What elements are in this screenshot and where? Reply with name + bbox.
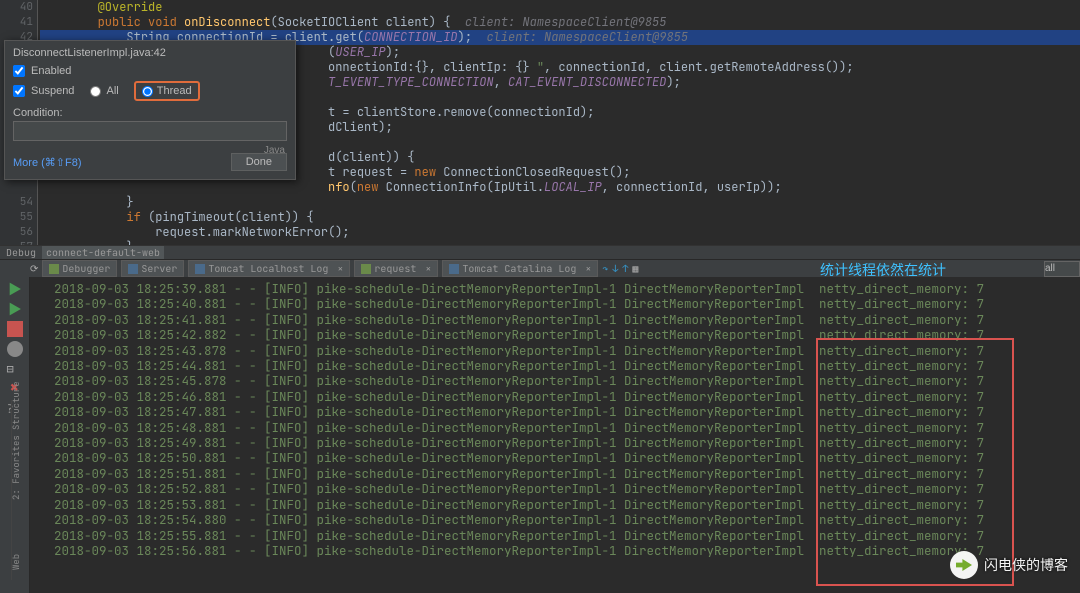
rail-structure[interactable]: Structure	[10, 381, 22, 430]
tab-debugger[interactable]: Debugger	[42, 260, 117, 277]
enabled-label: Enabled	[31, 65, 71, 77]
pin-icon[interactable]: ⊟	[7, 361, 23, 377]
tab-tomcat-log[interactable]: Tomcat Localhost Log ×	[188, 260, 350, 277]
eval-icon[interactable]: ▦	[632, 262, 638, 275]
resume-icon[interactable]	[7, 281, 23, 297]
more-link[interactable]: More (⌘⇧F8)	[13, 156, 82, 169]
suspend-thread-radio[interactable]	[142, 86, 153, 97]
console-log[interactable]: 2018-09-03 18:25:39.881 - - [INFO] pike-…	[30, 277, 1080, 593]
thread-option-highlight: Thread	[134, 81, 200, 101]
suspend-label: Suspend	[31, 85, 74, 97]
thread-label: Thread	[157, 85, 192, 97]
settings-icon[interactable]	[7, 341, 23, 357]
suspend-all-radio[interactable]	[90, 86, 101, 97]
lang-indicator: Java	[264, 145, 285, 156]
suspend-checkbox[interactable]	[13, 85, 25, 97]
restart-icon[interactable]: ⟳	[30, 262, 38, 275]
console-panel: ⊟ ✖ ? 2018-09-03 18:25:39.881 - - [INFO]…	[0, 277, 1080, 593]
breakpoint-popup: DisconnectListenerImpl.java:42 Enabled S…	[4, 40, 296, 180]
watermark: 闪电侠的博客	[950, 551, 1068, 579]
stop-icon[interactable]	[7, 321, 23, 337]
wechat-icon	[950, 551, 978, 579]
watermark-text: 闪电侠的博客	[984, 555, 1068, 575]
step-over-icon[interactable]: ↷	[602, 262, 608, 275]
all-label: All	[107, 85, 119, 97]
tab-catalina[interactable]: Tomcat Catalina Log ×	[442, 260, 598, 277]
rail-favorites[interactable]: 2: Favorites	[10, 435, 22, 500]
left-tool-rail: Structure 2: Favorites Web	[0, 400, 12, 580]
tab-request[interactable]: request ×	[354, 260, 438, 277]
step-out-icon[interactable]: ↑	[622, 262, 628, 275]
rail-web[interactable]: Web	[10, 554, 22, 570]
tab-server[interactable]: Server	[121, 260, 184, 277]
debug-toolwindow-header[interactable]: Debug connect-default-web	[0, 245, 1080, 259]
condition-input[interactable]	[13, 121, 287, 141]
breakpoint-title: DisconnectListenerImpl.java:42	[13, 47, 287, 59]
enabled-checkbox[interactable]	[13, 65, 25, 77]
step-into-icon[interactable]: ↓	[612, 262, 618, 275]
condition-label: Condition:	[13, 107, 63, 119]
log-filter[interactable]	[1044, 261, 1080, 277]
run-config-name[interactable]: connect-default-web	[42, 246, 164, 259]
rerun-icon[interactable]	[7, 301, 23, 317]
debug-label: Debug	[6, 246, 36, 259]
